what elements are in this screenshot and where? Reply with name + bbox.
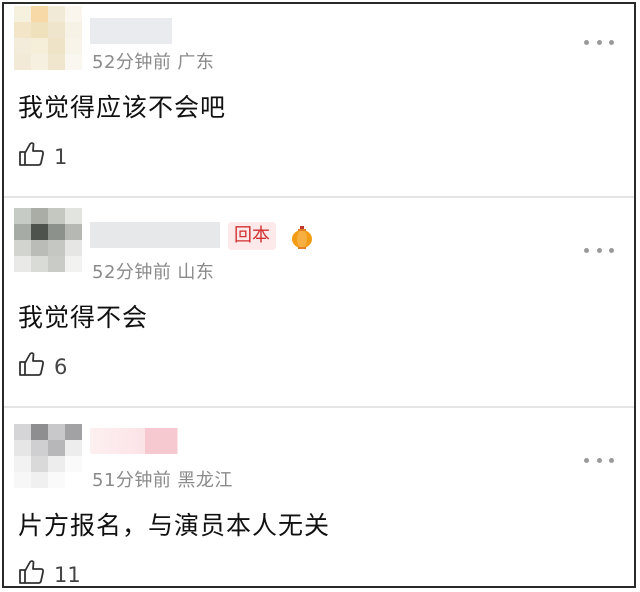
avatar[interactable] (14, 6, 82, 70)
comment-text: 我觉得不会 (18, 303, 149, 332)
avatar-pixel (65, 38, 82, 54)
username-blurred[interactable] (90, 222, 220, 248)
avatar[interactable] (14, 424, 82, 488)
avatar-pixel (65, 440, 82, 456)
avatar-pixel (31, 256, 48, 272)
comment-location: 黑龙江 (177, 470, 233, 491)
avatar-pixel (48, 224, 65, 240)
avatar-pixel (48, 440, 65, 456)
avatar[interactable] (14, 208, 82, 272)
avatar-pixel (31, 456, 48, 472)
avatar-pixel (65, 54, 82, 70)
avatar-pixel (31, 38, 48, 54)
more-dots-icon[interactable] (584, 38, 614, 46)
comment-location: 山东 (177, 262, 215, 283)
avatar-pixel (14, 208, 31, 224)
avatar-pixel (48, 424, 65, 440)
avatar-pixel (48, 208, 65, 224)
like-count: 1 (54, 144, 68, 169)
avatar-pixel (31, 6, 48, 22)
like-button[interactable]: 11 (18, 558, 81, 587)
avatar-pixel (65, 472, 82, 488)
username-blurred[interactable] (90, 428, 182, 454)
comment-item: 52分钟前 广东 我觉得应该不会吧 1 (4, 4, 634, 196)
avatar-pixel (14, 22, 31, 38)
avatar-pixel (65, 6, 82, 22)
comment-location: 广东 (177, 52, 215, 73)
avatar-pixel (48, 456, 65, 472)
comment-item: 51分钟前 黑龙江 片方报名，与演员本人无关 11 (4, 408, 634, 587)
avatar-pixel (48, 54, 65, 70)
comment-item: 回本 52分钟前 山东 我觉得不会 6 (4, 198, 634, 406)
avatar-pixel (14, 472, 31, 488)
avatar-pixel (65, 208, 82, 224)
avatar-pixel (14, 38, 31, 54)
avatar-pixel (31, 240, 48, 256)
avatar-pixel (31, 224, 48, 240)
avatar-pixel (31, 22, 48, 38)
avatar-pixel (65, 240, 82, 256)
thumbs-up-icon (18, 350, 46, 383)
like-button[interactable]: 1 (18, 140, 67, 173)
avatar-pixel (65, 424, 82, 440)
more-dots-icon[interactable] (584, 456, 614, 464)
avatar-pixel (14, 456, 31, 472)
comment-time: 52分钟前 (92, 262, 172, 283)
avatar-pixel (14, 54, 31, 70)
thumbs-up-icon (18, 558, 46, 586)
avatar-pixel (14, 6, 31, 22)
comment-text: 片方报名，与演员本人无关 (18, 511, 331, 540)
comment-meta: 52分钟前 山东 (92, 258, 214, 284)
avatar-pixel (48, 256, 65, 272)
avatar-pixel (65, 224, 82, 240)
avatar-pixel (48, 6, 65, 22)
comment-meta: 52分钟前 广东 (92, 48, 214, 74)
comment-meta: 51分钟前 黑龙江 (92, 466, 233, 492)
avatar-pixel (14, 440, 31, 456)
avatar-pixel (14, 424, 31, 440)
comment-time: 51分钟前 (92, 470, 172, 491)
username-blurred[interactable] (90, 18, 172, 44)
lantern-icon (291, 226, 313, 250)
avatar-pixel (31, 208, 48, 224)
like-count: 11 (54, 562, 81, 587)
avatar-pixel (65, 456, 82, 472)
avatar-pixel (48, 472, 65, 488)
avatar-pixel (48, 240, 65, 256)
avatar-pixel (65, 22, 82, 38)
avatar-pixel (48, 38, 65, 54)
comment-text: 我觉得应该不会吧 (18, 93, 227, 122)
badge-label: 回本 (228, 222, 276, 250)
avatar-pixel (31, 54, 48, 70)
avatar-pixel (31, 472, 48, 488)
comment-list: 52分钟前广东 我觉得应该不会吧 1 回本 52分钟前山东 我觉得不会 6 (2, 2, 636, 588)
comment-time: 52分钟前 (92, 52, 172, 73)
like-count: 6 (54, 354, 68, 379)
like-button[interactable]: 6 (18, 350, 67, 383)
avatar-pixel (14, 256, 31, 272)
avatar-pixel (31, 440, 48, 456)
avatar-pixel (14, 224, 31, 240)
thumbs-up-icon (18, 140, 46, 173)
avatar-pixel (65, 256, 82, 272)
avatar-pixel (48, 22, 65, 38)
more-dots-icon[interactable] (584, 246, 614, 254)
avatar-pixel (31, 424, 48, 440)
avatar-pixel (14, 240, 31, 256)
